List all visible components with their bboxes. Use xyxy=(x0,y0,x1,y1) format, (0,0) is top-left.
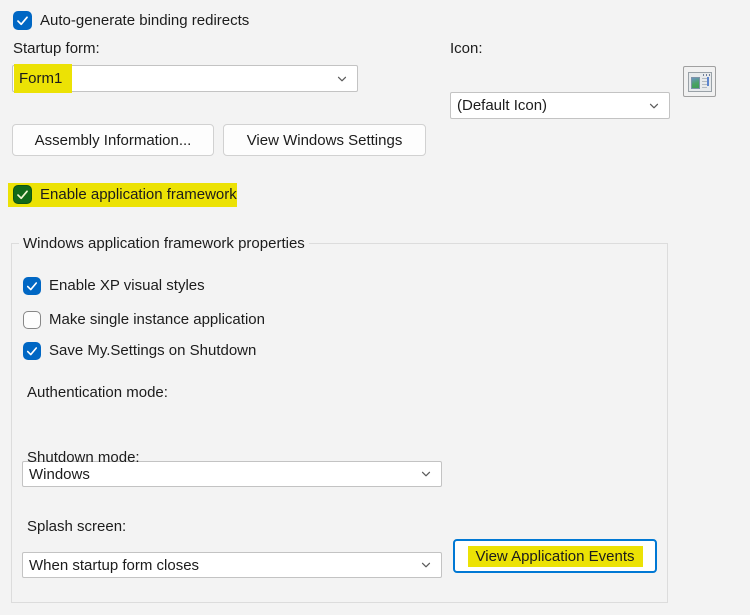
assembly-information-button-label: Assembly Information... xyxy=(35,132,192,149)
assembly-information-button[interactable]: Assembly Information... xyxy=(12,124,214,156)
icon-preview-button[interactable] xyxy=(683,66,716,97)
form-preview-icon xyxy=(688,72,712,92)
chevron-down-icon xyxy=(420,468,432,480)
splash-screen-label: Splash screen: xyxy=(27,518,126,536)
view-application-events-button[interactable]: View Application Events xyxy=(453,539,657,573)
save-my-settings-checkbox[interactable] xyxy=(23,342,41,360)
icon-label: Icon: xyxy=(450,40,483,58)
chevron-down-icon xyxy=(336,73,348,85)
enable-xp-visual-styles-label: Enable XP visual styles xyxy=(49,277,205,295)
authentication-mode-label: Authentication mode: xyxy=(27,384,168,402)
startup-form-label: Startup form: xyxy=(13,40,100,58)
icon-value: (Default Icon) xyxy=(457,93,547,118)
startup-form-value: Form1 xyxy=(14,64,72,93)
check-icon xyxy=(24,278,40,294)
view-application-events-button-label: View Application Events xyxy=(468,546,643,567)
enable-application-framework-checkbox[interactable] xyxy=(13,185,32,204)
enable-xp-visual-styles-checkbox[interactable] xyxy=(23,277,41,295)
chevron-down-icon xyxy=(420,559,432,571)
save-my-settings-label: Save My.Settings on Shutdown xyxy=(49,342,256,360)
check-icon xyxy=(24,343,40,359)
groupbox-title: Windows application framework properties xyxy=(19,234,309,254)
chevron-down-icon xyxy=(648,100,660,112)
application-settings-page: Auto-generate binding redirects Startup … xyxy=(0,0,750,615)
auto-generate-binding-redirects-label: Auto-generate binding redirects xyxy=(40,12,249,30)
view-windows-settings-button[interactable]: View Windows Settings xyxy=(223,124,426,156)
startup-form-select[interactable]: Form1 xyxy=(12,65,358,92)
enable-application-framework-label: Enable application framework xyxy=(40,186,237,204)
make-single-instance-label: Make single instance application xyxy=(49,311,265,329)
shutdown-mode-label: Shutdown mode: xyxy=(27,449,140,467)
auto-generate-binding-redirects-row: Auto-generate binding redirects xyxy=(13,11,249,30)
shutdown-mode-value: When startup form closes xyxy=(29,553,199,578)
save-my-settings-row: Save My.Settings on Shutdown xyxy=(23,342,256,360)
auto-generate-binding-redirects-checkbox[interactable] xyxy=(13,11,32,30)
shutdown-mode-select[interactable]: When startup form closes xyxy=(22,552,442,578)
enable-xp-visual-styles-row: Enable XP visual styles xyxy=(23,277,205,295)
view-windows-settings-button-label: View Windows Settings xyxy=(247,132,403,149)
icon-select[interactable]: (Default Icon) xyxy=(450,92,670,119)
check-icon xyxy=(14,186,31,203)
make-single-instance-checkbox[interactable] xyxy=(23,311,41,329)
check-icon xyxy=(14,12,31,29)
enable-application-framework-row: Enable application framework xyxy=(13,185,237,204)
make-single-instance-row: Make single instance application xyxy=(23,311,265,329)
